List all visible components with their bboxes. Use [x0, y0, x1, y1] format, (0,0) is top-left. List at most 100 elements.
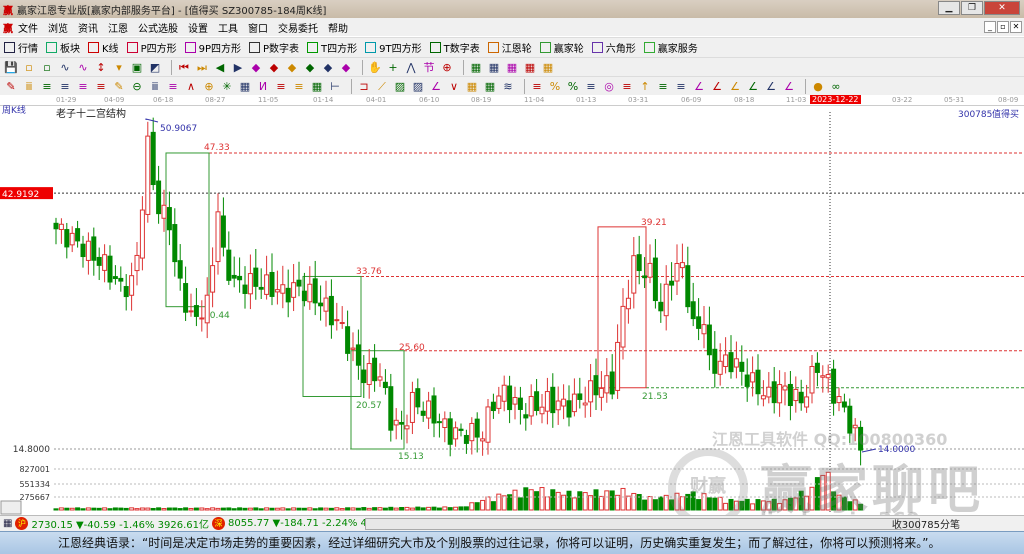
- candle: [458, 423, 464, 437]
- candle: [841, 393, 847, 413]
- volume-bar: [706, 497, 712, 511]
- candle: [404, 414, 410, 444]
- candle: [496, 386, 502, 414]
- candle: [620, 288, 626, 360]
- candle: [555, 386, 561, 425]
- candle: [161, 189, 167, 232]
- candle: [631, 237, 637, 309]
- volume-bar: [296, 507, 302, 511]
- candle: [258, 268, 264, 299]
- volume-bar: [150, 507, 156, 511]
- volume-bar: [366, 507, 372, 511]
- candle: [420, 401, 426, 422]
- candle: [102, 244, 108, 283]
- candle: [280, 265, 286, 309]
- tick-detail-link[interactable]: 收300785分笔: [892, 516, 960, 531]
- candle: [523, 403, 529, 431]
- volume-bar: [161, 508, 167, 511]
- calculator-icon[interactable]: ▦: [3, 518, 12, 529]
- candle: [75, 220, 81, 248]
- volume-bar: [361, 507, 367, 511]
- candle: [134, 242, 140, 286]
- volume-bar: [804, 495, 810, 511]
- volume-bar: [112, 507, 118, 511]
- horizontal-scrollbar[interactable]: [365, 518, 920, 530]
- volume-bar: [534, 491, 540, 511]
- volume-bar: [458, 506, 464, 511]
- candle: [766, 372, 772, 404]
- volume-bar: [53, 508, 59, 511]
- candle: [485, 398, 491, 455]
- volume-bar: [517, 497, 523, 511]
- volume-bar: [436, 507, 442, 511]
- kline-chart[interactable]: 周K线 老子十二宫结构 300785 值得买42.919214.800047.3330…: [0, 0, 1024, 515]
- volume-bar: [188, 507, 194, 511]
- volume-bar: [193, 507, 199, 511]
- volume-bar: [555, 491, 561, 511]
- candle: [463, 429, 469, 454]
- volume-bar: [426, 506, 432, 511]
- volume-bar: [129, 507, 135, 511]
- candle: [474, 412, 480, 453]
- candle: [534, 379, 540, 416]
- candle: [723, 337, 729, 374]
- candle: [550, 373, 556, 428]
- volume-bar: [318, 507, 324, 511]
- candle: [269, 253, 275, 306]
- volume-bar: [102, 507, 108, 511]
- candle: [517, 386, 523, 425]
- volume-bar: [393, 507, 399, 511]
- level-label: 39.21: [641, 218, 667, 228]
- candle: [625, 279, 631, 324]
- volume-bar: [442, 506, 448, 511]
- volume-bar: [334, 507, 340, 511]
- volume-bar: [658, 496, 664, 511]
- volume-bar: [852, 499, 858, 511]
- volume-bar: [598, 495, 604, 511]
- candle: [415, 378, 421, 415]
- volume-bar: [258, 508, 264, 511]
- candle: [436, 413, 442, 438]
- volume-bar: [566, 490, 572, 511]
- candle: [787, 370, 793, 421]
- candle: [566, 385, 572, 427]
- candle: [183, 266, 189, 322]
- volume-bar: [242, 507, 248, 511]
- volume-bar: [712, 497, 718, 511]
- candle: [107, 245, 113, 290]
- high-marker: [145, 118, 159, 123]
- candle: [609, 354, 615, 400]
- volume-bar: [139, 507, 145, 511]
- level-label: 47.33: [204, 143, 230, 153]
- volume-bar: [237, 507, 243, 511]
- volume-bar: [858, 503, 864, 511]
- candle: [166, 191, 172, 246]
- volume-bar: [690, 491, 696, 511]
- candle: [739, 345, 745, 386]
- candle: [118, 266, 124, 292]
- volume-bar: [280, 507, 286, 511]
- candle: [814, 352, 820, 387]
- sz-index-badge: 深: [212, 517, 225, 530]
- candle: [372, 344, 378, 392]
- volume-bar: [820, 474, 826, 511]
- volume-bar: [501, 495, 507, 511]
- candle: [733, 341, 739, 379]
- volume-bar: [593, 489, 599, 511]
- collapse-panel-button[interactable]: [0, 500, 22, 515]
- volume-bar: [453, 506, 459, 511]
- volume-bar: [744, 498, 750, 511]
- candle: [490, 393, 496, 419]
- volume-bar: [588, 495, 594, 511]
- volume-bar: [571, 497, 577, 511]
- candle: [285, 269, 291, 318]
- volume-bar: [642, 499, 648, 511]
- candle: [328, 279, 334, 339]
- volume-bar: [339, 508, 345, 511]
- candle: [96, 247, 102, 281]
- candle: [393, 408, 399, 440]
- sh-index-quote[interactable]: 2730.15 ▼-40.59 -1.46% 3926.61亿: [31, 516, 209, 531]
- volume-bar: [372, 507, 378, 511]
- level-label: 25.60: [399, 343, 425, 353]
- volume-bar: [787, 497, 793, 511]
